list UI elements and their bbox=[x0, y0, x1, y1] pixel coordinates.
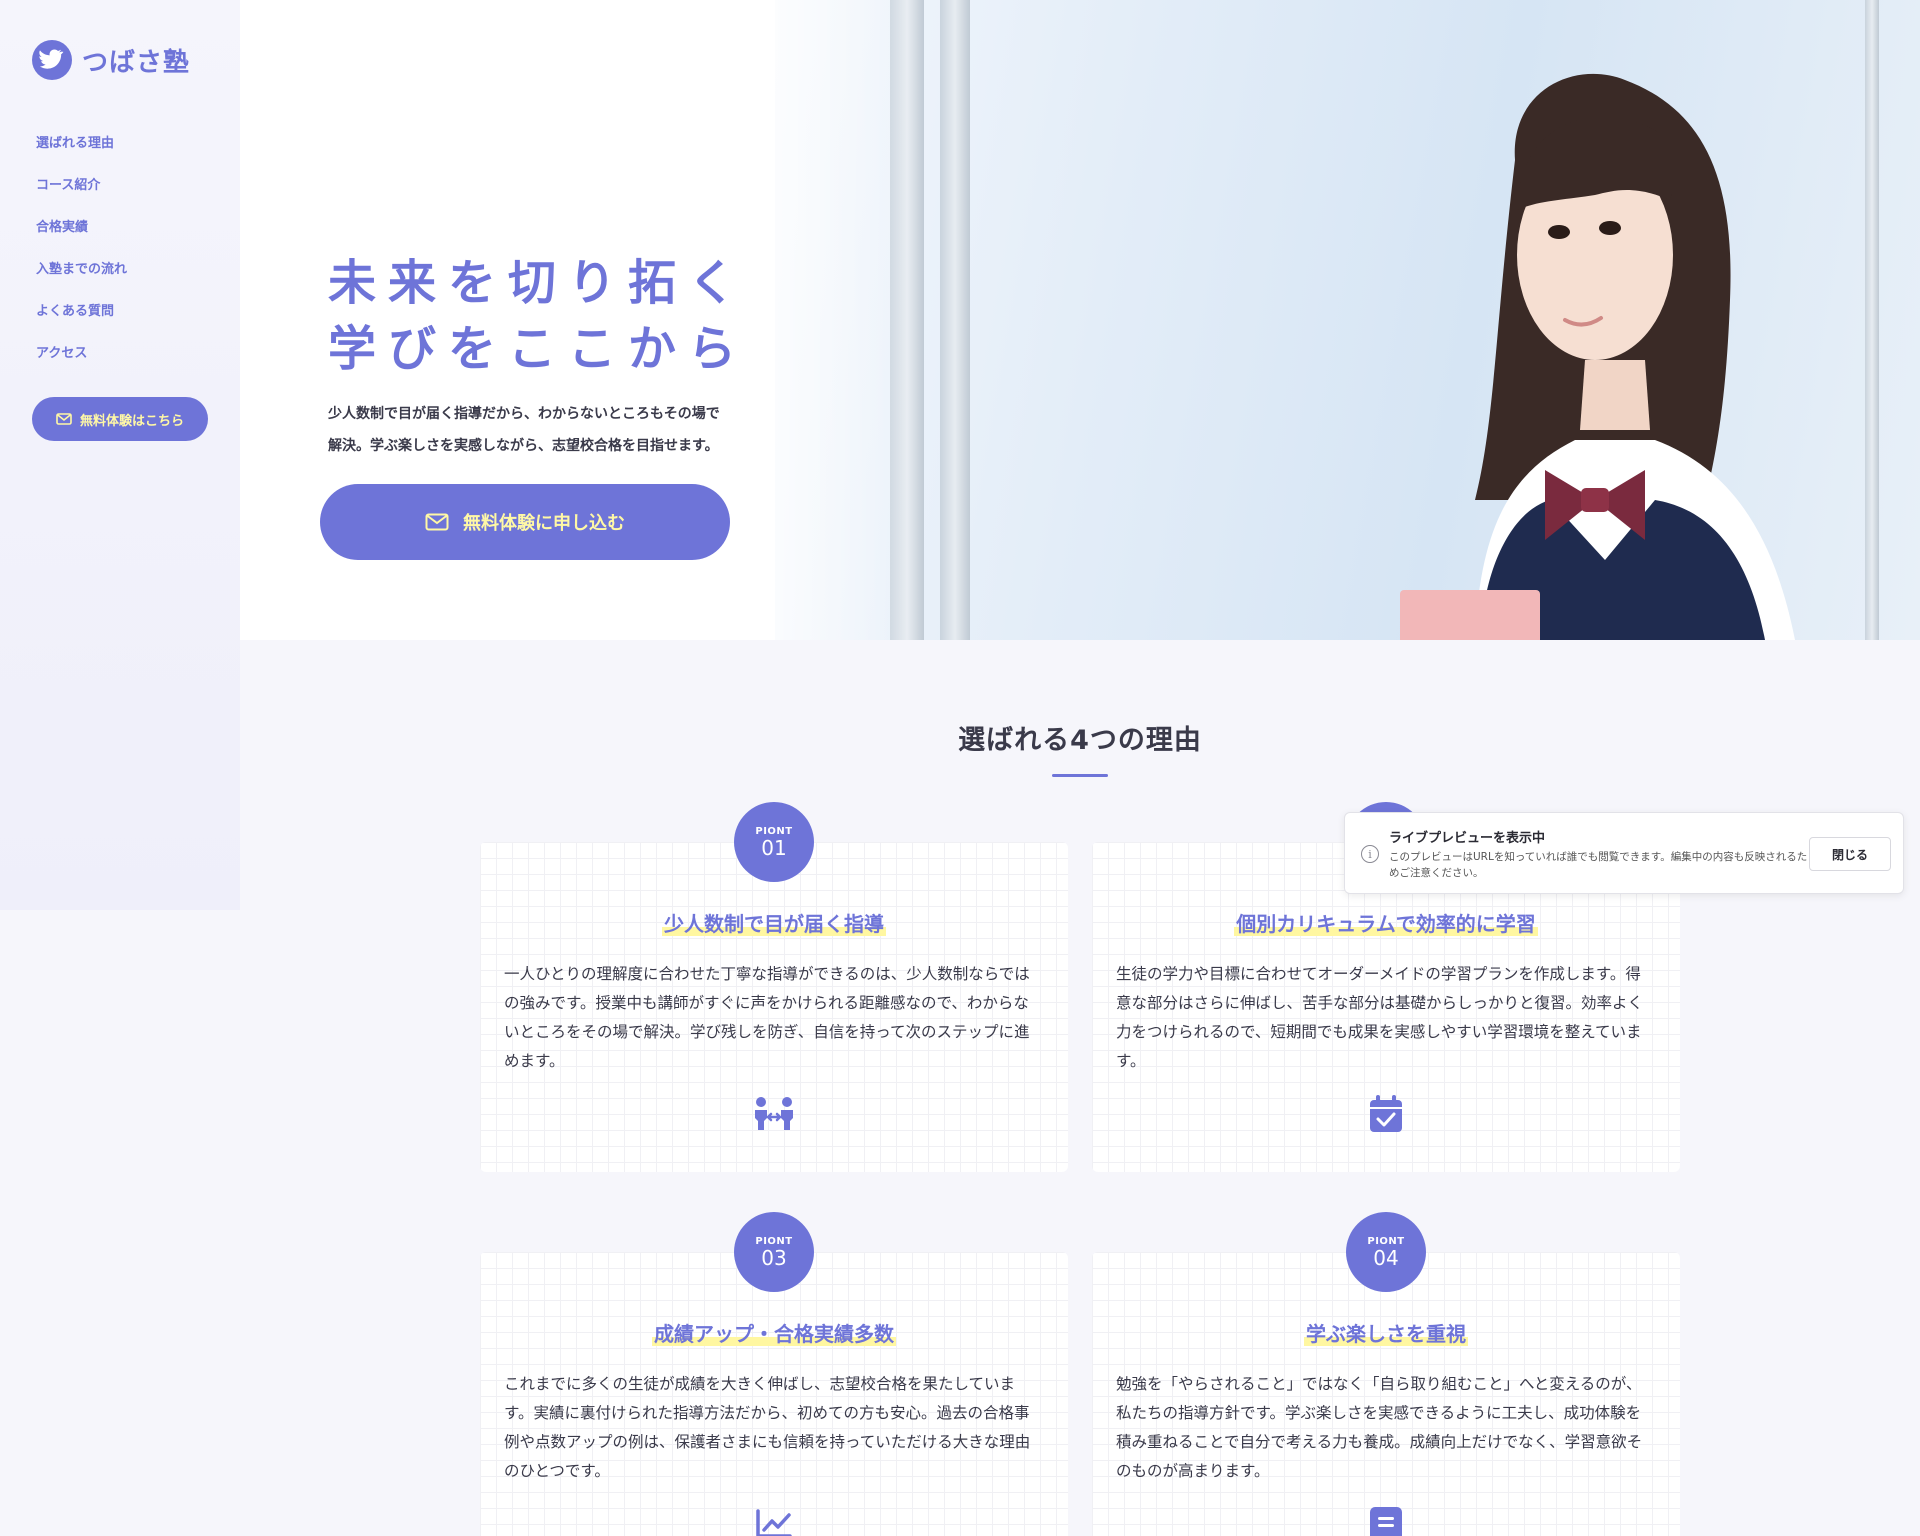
hero-title: 未来を切り拓く 学びをここから bbox=[328, 250, 748, 382]
nav-item-reasons[interactable]: 選ばれる理由 bbox=[36, 120, 127, 162]
card-title: 成績アップ・合格実績多数 bbox=[652, 1322, 896, 1346]
info-icon: i bbox=[1361, 845, 1379, 863]
card-body: これまでに多くの生徒が成績を大きく伸ばし、志望校合格を果たしています。実績に裏付… bbox=[504, 1375, 1031, 1480]
nav-item-courses[interactable]: コース紹介 bbox=[36, 162, 127, 204]
reason-card: PIONT 01 少人数制で目が届く指導 一人ひとりの理解度に合わせた丁寧な指導… bbox=[480, 802, 1068, 1172]
calendar-check-icon bbox=[1364, 1092, 1408, 1136]
trending-up-icon bbox=[752, 1502, 796, 1536]
notebook-icon bbox=[1364, 1502, 1408, 1536]
card-body: 生徒の学力や目標に合わせてオーダーメイドの学習プランを作成します。得意な部分はさ… bbox=[1116, 965, 1644, 1070]
badge-label: PIONT bbox=[1367, 1235, 1405, 1247]
hero: 未来を切り拓く 学びをここから 少人数制で目が届く指導だから、わからないところも… bbox=[240, 0, 1920, 640]
hero-description: 少人数制で目が届く指導だから、わからないところもその場で 解決。学ぶ楽しさを実感… bbox=[328, 398, 758, 462]
sidebar: つばさ塾 選ばれる理由 コース紹介 合格実績 入塾までの流れ よくある質問 アク… bbox=[0, 0, 240, 910]
reason-card: PIONT 03 成績アップ・合格実績多数 これまでに多くの生徒が成績を大きく伸… bbox=[480, 1212, 1068, 1536]
badge-label: PIONT bbox=[755, 825, 793, 837]
nav-item-faq[interactable]: よくある質問 bbox=[36, 288, 127, 330]
badge-number: 01 bbox=[761, 835, 787, 860]
section-title: 選ばれる4つの理由 bbox=[958, 725, 1202, 756]
card-body: 勉強を「やらされること」ではなく「自ら取り組むこと」へと変えるのが、私たちの指導… bbox=[1116, 1375, 1643, 1480]
nav-item-results[interactable]: 合格実績 bbox=[36, 204, 127, 246]
point-badge: PIONT 01 bbox=[734, 802, 814, 882]
sidebar-trial-button[interactable]: 無料体験はこちら bbox=[32, 397, 208, 441]
logo[interactable]: つばさ塾 bbox=[32, 40, 190, 80]
card-title: 個別カリキュラムで効率的に学習 bbox=[1234, 912, 1538, 936]
reason-card: PIONT 04 学ぶ楽しさを重視 勉強を「やらされること」ではなく「自ら取り組… bbox=[1092, 1212, 1680, 1536]
toast-close-button[interactable]: 閉じる bbox=[1809, 837, 1891, 871]
people-connect-icon bbox=[752, 1092, 796, 1136]
mail-icon bbox=[56, 413, 72, 425]
toast-title: ライブプレビューを表示中 bbox=[1389, 831, 1546, 846]
point-badge: PIONT 04 bbox=[1346, 1212, 1426, 1292]
hero-title-line1: 未来を切り拓く bbox=[328, 255, 749, 311]
hero-desc-line1: 少人数制で目が届く指導だから、わからないところもその場で bbox=[328, 406, 720, 422]
mail-icon bbox=[425, 513, 449, 531]
hero-desc-line2: 解決。学ぶ楽しさを実感しながら、志望校合格を目指せます。 bbox=[328, 438, 719, 454]
card-title: 少人数制で目が届く指導 bbox=[662, 912, 886, 936]
brand-name: つばさ塾 bbox=[82, 47, 191, 78]
hero-trial-button[interactable]: 無料体験に申し込む bbox=[320, 484, 730, 560]
card-title: 学ぶ楽しさを重視 bbox=[1304, 1322, 1468, 1346]
point-badge: PIONT 03 bbox=[734, 1212, 814, 1292]
sidebar-trial-label: 無料体験はこちら bbox=[79, 413, 184, 429]
nav-item-flow[interactable]: 入塾までの流れ bbox=[36, 246, 127, 288]
bird-icon bbox=[32, 40, 72, 80]
nav-item-access[interactable]: アクセス bbox=[36, 330, 127, 372]
badge-label: PIONT bbox=[755, 1235, 793, 1247]
card-body: 一人ひとりの理解度に合わせた丁寧な指導ができるのは、少人数制ならではの強みです。… bbox=[504, 965, 1030, 1070]
hero-trial-label: 無料体験に申し込む bbox=[463, 513, 625, 534]
badge-number: 04 bbox=[1373, 1245, 1399, 1270]
live-preview-toast: i ライブプレビューを表示中 このプレビューはURLを知っていれば誰でも閲覧でき… bbox=[1344, 812, 1904, 894]
hero-photo bbox=[775, 0, 1920, 640]
badge-number: 03 bbox=[761, 1245, 787, 1270]
toast-message: このプレビューはURLを知っていれば誰でも閲覧できます。編集中の内容も反映される… bbox=[1389, 851, 1808, 879]
hero-title-line2: 学びをここから bbox=[328, 321, 749, 377]
sidebar-nav: 選ばれる理由 コース紹介 合格実績 入塾までの流れ よくある質問 アクセス bbox=[36, 120, 127, 372]
section-underline bbox=[1052, 774, 1108, 777]
